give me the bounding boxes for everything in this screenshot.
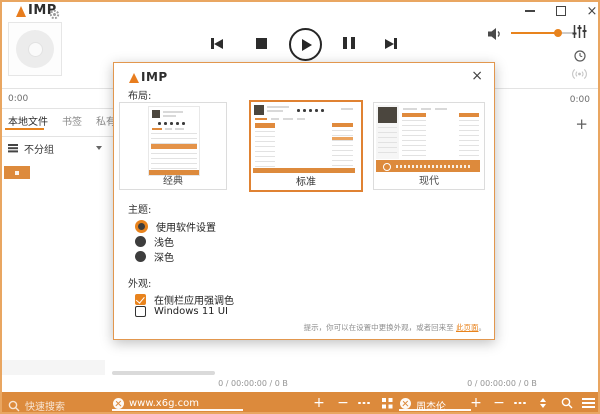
radio-selected-icon — [135, 220, 148, 233]
minimize-button[interactable] — [519, 3, 541, 19]
elapsed-time-right: 0:00 — [569, 95, 590, 105]
volume-knob[interactable] — [554, 29, 562, 37]
add-playlist-button[interactable]: + — [575, 115, 588, 133]
layout-modern-label: 现代 — [419, 176, 439, 187]
cd-placeholder-icon — [8, 22, 62, 76]
dialog-logo: IMP — [129, 71, 168, 83]
playlist-left-tab-close-icon[interactable] — [113, 398, 124, 409]
playlist-bottom-bar — [0, 392, 600, 414]
playlist-left-more-icon[interactable] — [356, 392, 372, 414]
playlist-left-tab-underline — [112, 409, 243, 411]
theme-radio-light[interactable]: 浅色 — [135, 234, 174, 249]
playlist-right-tab-underline — [399, 409, 471, 411]
horizontal-scrollbar[interactable] — [112, 371, 215, 375]
dialog-close-icon[interactable]: × — [471, 68, 483, 84]
theme-software-label: 使用软件设置 — [156, 223, 216, 234]
radio-icon — [135, 236, 146, 247]
hint-text: 提示，你可以在设置中更换外观，或者回来至 — [303, 323, 456, 332]
playlist-menu-icon[interactable] — [580, 392, 596, 414]
logo-triangle-icon — [16, 6, 26, 17]
library-tabs: 本地文件 书签 私有云 — [8, 113, 126, 128]
playlist-search-icon[interactable] — [559, 392, 575, 414]
radio-icon — [135, 251, 146, 262]
volume-slider[interactable] — [511, 29, 573, 37]
tab-bookmarks[interactable]: 书签 — [62, 113, 82, 128]
layout-option-modern[interactable]: 现代 — [373, 102, 485, 190]
theme-light-label: 浅色 — [154, 238, 174, 249]
group-mode-label[interactable]: 不分组 — [24, 141, 54, 156]
dialog-logo-triangle-icon — [129, 73, 139, 83]
close-icon: × — [586, 3, 598, 19]
playlist-right-remove-button[interactable]: − — [491, 392, 507, 414]
album-art[interactable] — [8, 22, 62, 76]
modern-preview — [376, 105, 480, 173]
prev-button[interactable] — [211, 38, 223, 49]
standard-preview — [253, 104, 355, 173]
playlist-view-grid-icon[interactable] — [379, 392, 395, 414]
playlist-right-more-icon[interactable] — [512, 392, 528, 414]
group-menu-icon[interactable] — [8, 144, 18, 146]
play-button[interactable] — [289, 28, 322, 61]
elapsed-time-left: 0:00 — [8, 94, 29, 104]
layout-option-standard[interactable]: 标准 — [249, 100, 363, 192]
active-tab-underline — [5, 128, 44, 130]
pause-icon — [343, 37, 355, 49]
option-windows11-ui[interactable]: Windows 11 UI — [135, 306, 228, 317]
layout-standard-label: 标准 — [296, 177, 316, 188]
quick-search-icon[interactable] — [8, 397, 20, 414]
dialog-hint: 提示，你可以在设置中更换外观，或者回来至 此页面。 — [304, 322, 486, 333]
stop-icon — [256, 38, 267, 49]
left-panel-divider-2 — [0, 136, 113, 137]
playlist-right-add-button[interactable]: + — [468, 392, 484, 414]
classic-preview — [148, 106, 200, 176]
badge-dot-icon — [15, 170, 19, 175]
play-icon — [289, 28, 322, 61]
appearance-setup-dialog: IMP × 布局: 经典 标准 现代 主题: 使用软件设置 浅色 深色 外观: … — [113, 62, 495, 340]
theme-dark-label: 深色 — [154, 253, 174, 264]
volume-icon[interactable] — [488, 26, 503, 45]
maximize-icon — [556, 6, 566, 16]
sort-icon[interactable] — [535, 392, 551, 414]
dialog-logo-text: IMP — [141, 70, 168, 84]
quick-search-input[interactable]: 快速搜索 — [25, 398, 65, 413]
theme-section-label: 主题: — [128, 205, 152, 216]
playlist-right-status: 0 / 00:00:00 / 0 B — [467, 379, 537, 388]
playlist-left-tab[interactable]: www.x6g.com — [129, 398, 199, 409]
appearance-section-label: 外观: — [128, 279, 152, 290]
next-button[interactable] — [385, 38, 397, 49]
theme-radio-dark[interactable]: 深色 — [135, 249, 174, 264]
playlist-tab-badge[interactable] — [4, 166, 30, 179]
layout-classic-label: 经典 — [163, 176, 183, 187]
minimize-icon — [525, 10, 535, 12]
stop-button[interactable] — [256, 38, 267, 49]
hint-suffix: 。 — [478, 323, 487, 332]
aimp-window: IMP × 0:00 0:00 本地文件 书签 私有云 不分组 + IMP × … — [0, 0, 600, 414]
playlist-left-add-button[interactable]: + — [311, 392, 327, 414]
windows11-ui-label: Windows 11 UI — [154, 306, 228, 317]
maximize-button[interactable] — [550, 3, 572, 19]
group-dropdown-caret-icon[interactable] — [96, 146, 102, 150]
accent-sidebar-label: 在侧栏应用强调色 — [154, 296, 234, 307]
playlist-left-remove-button[interactable]: − — [335, 392, 351, 414]
next-track-icon — [385, 38, 397, 49]
left-panel-divider — [0, 108, 113, 109]
close-button[interactable]: × — [581, 3, 600, 19]
tab-local-files[interactable]: 本地文件 — [8, 113, 48, 128]
layout-section-label: 布局: — [128, 91, 152, 102]
pause-button[interactable] — [343, 37, 355, 49]
left-pane-footer — [0, 360, 105, 375]
playlist-right-tab-close-icon[interactable] — [400, 398, 411, 409]
option-accent-sidebar[interactable]: 在侧栏应用强调色 — [135, 292, 234, 307]
playlist-left-status: 0 / 00:00:00 / 0 B — [218, 379, 288, 388]
broadcast-icon[interactable] — [571, 66, 588, 85]
checkbox-checked-icon — [135, 294, 146, 305]
hint-link[interactable]: 此页面 — [456, 323, 479, 332]
sleep-timer-clock-icon[interactable] — [574, 47, 586, 66]
theme-radio-software[interactable]: 使用软件设置 — [135, 219, 216, 234]
checkbox-unchecked-icon — [135, 306, 146, 317]
previous-track-icon — [211, 38, 223, 49]
equalizer-icon[interactable] — [572, 24, 587, 43]
layout-option-classic[interactable]: 经典 — [119, 102, 227, 190]
